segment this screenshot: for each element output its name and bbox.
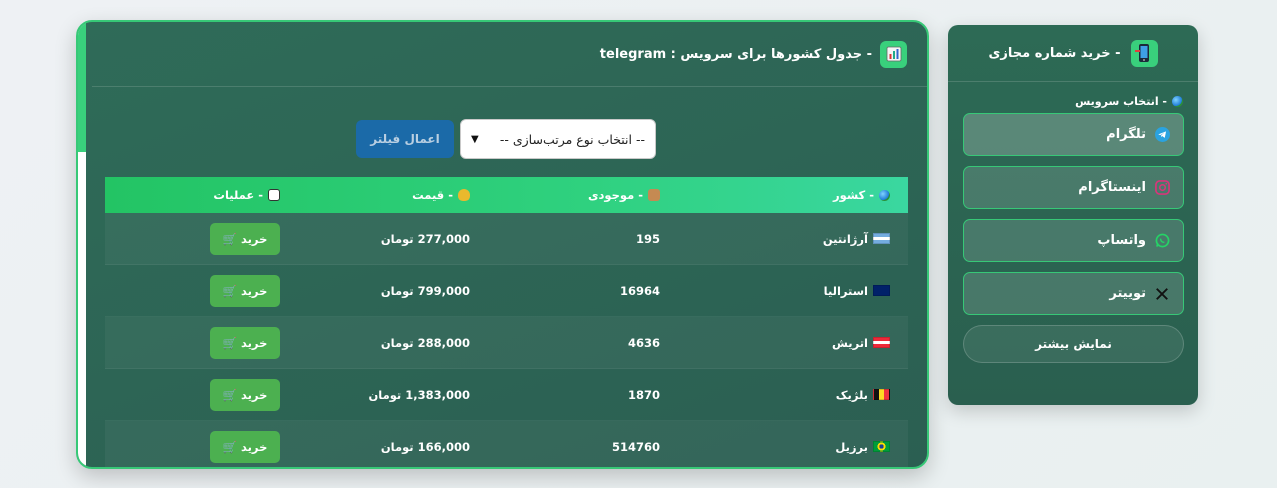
country-name: برزیل [835, 439, 868, 454]
country-name: بلژیک [835, 387, 868, 402]
stock-value: 16964 [619, 283, 660, 298]
globe-icon [1172, 96, 1183, 107]
sidebar-header: - خرید شماره مجازی [948, 25, 1198, 82]
cart-icon: 🛒 [222, 335, 237, 350]
x-icon [1154, 286, 1170, 302]
phone-icon [1130, 39, 1158, 67]
flag-argentina-icon [873, 233, 890, 244]
buy-button[interactable]: خرید 🛒 [210, 222, 280, 255]
package-icon [648, 189, 660, 201]
telegram-icon [1154, 127, 1170, 143]
table-row: آرژانتین 195 277,000 تومان خرید 🛒 [105, 213, 908, 265]
column-country: - کشور [678, 188, 908, 202]
service-instagram-button[interactable]: اینستاگرام [963, 166, 1184, 209]
scroll-accent-bar [78, 22, 86, 467]
column-stock: - موجودی [488, 188, 678, 202]
sort-select[interactable]: -- انتخاب نوع مرتب‌سازی -- ▼ [460, 119, 656, 159]
stock-value: 195 [635, 231, 660, 246]
countries-table-card: - جدول کشورها برای سرویس : telegram اعما… [76, 20, 929, 469]
service-sidebar: - خرید شماره مجازی - انتخاب سرویس تلگرام… [948, 25, 1198, 405]
table-title: - جدول کشورها برای سرویس : telegram [599, 46, 872, 62]
buy-button[interactable]: خرید 🛒 [210, 430, 280, 463]
table-row: اتریش 4636 288,000 تومان خرید 🛒 [105, 317, 908, 369]
price-value: 799,000 تومان [380, 283, 470, 298]
stock-value: 4636 [627, 335, 660, 350]
column-ops: - عملیات [105, 188, 298, 202]
column-price: - قیمت [298, 188, 488, 202]
cart-icon: 🛒 [222, 439, 237, 454]
table-row: برزیل 514760 166,000 تومان خرید 🛒 [105, 421, 908, 467]
service-twitter-button[interactable]: توییتر [963, 272, 1184, 315]
price-value: 277,000 تومان [380, 231, 470, 246]
chart-icon [880, 40, 907, 68]
filter-row: اعمال فیلتر -- انتخاب نوع مرتب‌سازی -- ▼ [356, 119, 656, 159]
service-section-label: - انتخاب سرویس [948, 95, 1183, 108]
buy-button[interactable]: خرید 🛒 [210, 274, 280, 307]
chevron-down-icon: ▼ [471, 133, 479, 145]
buy-button[interactable]: خرید 🛒 [210, 326, 280, 359]
buy-button[interactable]: خرید 🛒 [210, 378, 280, 411]
country-name: اتریش [832, 335, 868, 350]
apply-filter-button[interactable]: اعمال فیلتر [356, 120, 454, 158]
country-name: آرژانتین [822, 231, 868, 246]
country-name: استرالیا [823, 283, 868, 298]
table-header: - کشور - موجودی - قیمت - عملیات [105, 177, 908, 213]
sidebar-title: - خرید شماره مجازی [988, 45, 1121, 61]
cart-icon: 🛒 [222, 231, 237, 246]
price-value: 1,383,000 تومان [368, 387, 470, 402]
stock-value: 1870 [627, 387, 660, 402]
price-value: 288,000 تومان [380, 335, 470, 350]
price-value: 166,000 تومان [380, 439, 470, 454]
dice-icon [268, 189, 280, 201]
whatsapp-icon [1154, 233, 1170, 249]
show-more-button[interactable]: نمایش بیشتر [963, 325, 1184, 363]
flag-belgium-icon [873, 389, 890, 400]
service-whatsapp-button[interactable]: واتساپ [963, 219, 1184, 262]
table-card-header: - جدول کشورها برای سرویس : telegram [92, 22, 927, 87]
countries-table: - کشور - موجودی - قیمت - عملیات آرژانتین… [105, 177, 908, 467]
cart-icon: 🛒 [222, 387, 237, 402]
flag-austria-icon [873, 337, 890, 348]
service-telegram-button[interactable]: تلگرام [963, 113, 1184, 156]
instagram-icon [1154, 180, 1170, 196]
money-bag-icon [458, 189, 470, 201]
table-row: بلژیک 1870 1,383,000 تومان خرید 🛒 [105, 369, 908, 421]
stock-value: 514760 [611, 439, 660, 454]
flag-brazil-icon [873, 441, 890, 452]
globe-icon [879, 189, 890, 201]
table-row: استرالیا 16964 799,000 تومان خرید 🛒 [105, 265, 908, 317]
flag-australia-icon [873, 285, 890, 296]
cart-icon: 🛒 [222, 283, 237, 298]
